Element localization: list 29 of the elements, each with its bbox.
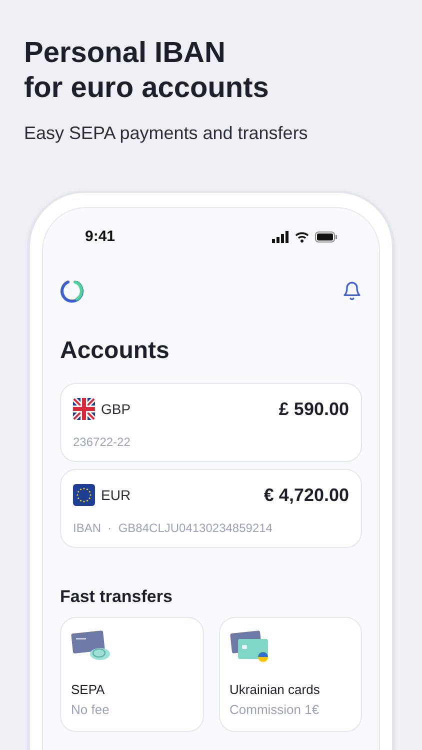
wifi-icon [295,231,309,244]
transfer-subtitle: No fee [71,700,110,718]
account-card[interactable]: GBP £ 590.00 236722-22 [60,382,362,462]
currency-code: GBP [101,400,131,418]
headline: for euro accounts [24,71,270,106]
status-time: 9:41 [85,227,116,247]
transfer-tile[interactable]: SEPA No fee [60,617,204,732]
flag-icon [73,484,95,506]
signal-icon [272,231,289,244]
logo-icon [60,278,84,302]
account-balance: £ 590.00 [278,398,349,420]
account-details: IBAN · GB84CLJU04130234859214 [73,520,274,536]
headline: Personal IBAN [24,36,226,71]
transfer-tile[interactable]: Ukrainian cards Commission 1€ [218,617,362,732]
flag-icon [73,398,95,420]
card-coin-icon [71,630,111,662]
account-balance: € 4,720.00 [264,484,349,506]
section-title: Accounts [60,336,170,366]
transfer-title: SEPA [71,681,106,699]
section-title: Fast transfers [60,586,174,608]
battery-icon [315,231,337,244]
transfer-subtitle: Commission 1€ [230,700,320,718]
subtitle: Easy SEPA payments and transfers [24,122,309,145]
notification-icon[interactable] [342,280,362,300]
account-details: 236722-22 [73,434,132,450]
currency-code: EUR [101,486,131,504]
cards-icon [230,630,270,664]
account-card[interactable]: EUR € 4,720.00 IBAN · GB84CLJU04130234859214 [60,468,362,548]
transfer-title: Ukrainian cards [230,681,321,699]
